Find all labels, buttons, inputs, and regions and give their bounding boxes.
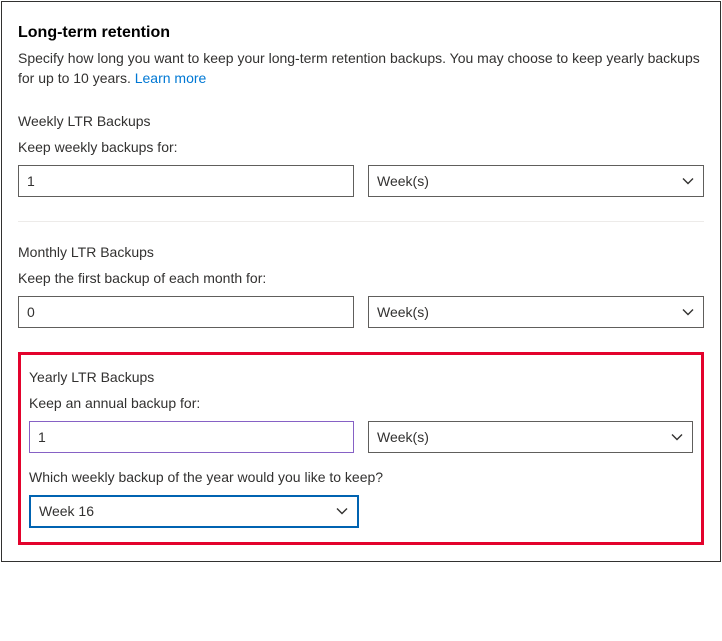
yearly-unit-select[interactable]: Week(s) <box>368 421 693 453</box>
description-text: Specify how long you want to keep your l… <box>18 50 700 86</box>
monthly-heading: Monthly LTR Backups <box>18 244 704 260</box>
weekly-unit-select[interactable]: Week(s) <box>368 165 704 197</box>
monthly-unit-select[interactable]: Week(s) <box>368 296 704 328</box>
chevron-down-icon <box>335 504 349 518</box>
weekly-value-input[interactable] <box>18 165 354 197</box>
monthly-value-input[interactable] <box>18 296 354 328</box>
weekly-label: Keep weekly backups for: <box>18 139 704 155</box>
monthly-unit-text: Week(s) <box>377 304 429 320</box>
monthly-label: Keep the first backup of each month for: <box>18 270 704 286</box>
chevron-down-icon <box>681 305 695 319</box>
chevron-down-icon <box>670 430 684 444</box>
panel-title: Long-term retention <box>18 24 704 42</box>
yearly-week-select[interactable]: Week 16 <box>29 495 359 528</box>
weekly-heading: Weekly LTR Backups <box>18 113 704 129</box>
weekly-section: Weekly LTR Backups Keep weekly backups f… <box>18 113 704 197</box>
yearly-week-text: Week 16 <box>39 503 94 519</box>
yearly-value-input[interactable] <box>29 421 354 453</box>
learn-more-link[interactable]: Learn more <box>135 70 207 86</box>
chevron-down-icon <box>681 174 695 188</box>
yearly-heading: Yearly LTR Backups <box>29 369 693 385</box>
yearly-section-highlight: Yearly LTR Backups Keep an annual backup… <box>18 352 704 545</box>
weekly-unit-text: Week(s) <box>377 173 429 189</box>
panel-description: Specify how long you want to keep your l… <box>18 48 704 89</box>
ltr-panel: Long-term retention Specify how long you… <box>1 1 721 562</box>
yearly-label: Keep an annual backup for: <box>29 395 693 411</box>
monthly-section: Monthly LTR Backups Keep the first backu… <box>18 244 704 328</box>
yearly-unit-text: Week(s) <box>377 429 429 445</box>
yearly-which-label: Which weekly backup of the year would yo… <box>29 469 693 485</box>
divider <box>18 221 704 222</box>
